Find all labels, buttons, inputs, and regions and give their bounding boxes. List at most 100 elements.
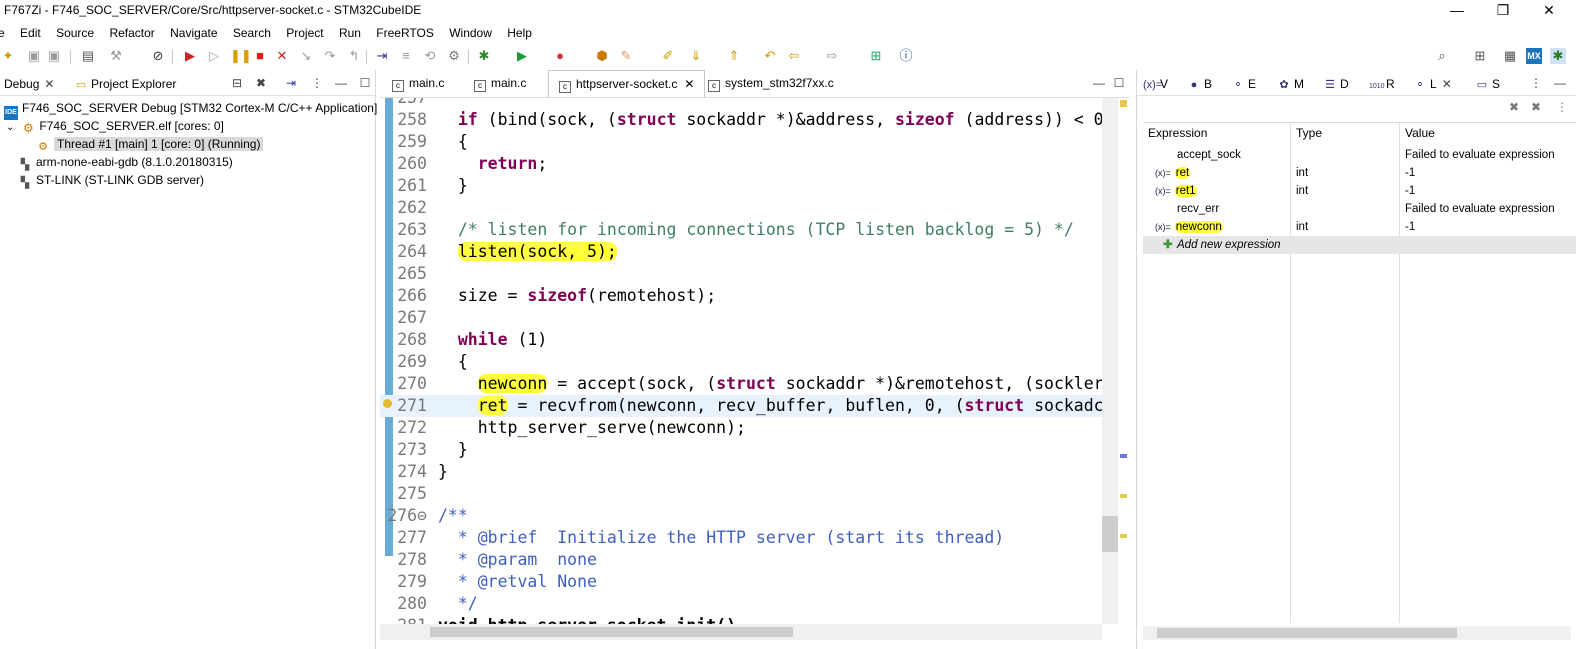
resume-all-icon[interactable]: ▷ xyxy=(206,48,222,64)
minimize-view-icon[interactable]: — xyxy=(334,76,348,90)
resume-icon[interactable]: ▶ xyxy=(182,48,198,64)
back-icon[interactable]: ⇦ xyxy=(786,48,802,64)
menu-edit[interactable]: Edit xyxy=(14,22,47,44)
debug-icon[interactable]: ✱ xyxy=(476,48,492,64)
tree-item-stlink[interactable]: ▚ ST-LINK (ST-LINK GDB server) xyxy=(18,171,204,189)
save-all-icon[interactable]: ▣ xyxy=(46,48,62,64)
connect-icon[interactable]: ⚙ xyxy=(446,48,462,64)
restore-button[interactable]: ❐ xyxy=(1480,0,1526,22)
code-text-area[interactable]: 257 258 if (bind(sock, (struct sockaddr … xyxy=(380,98,1102,624)
cubemx-perspective-icon[interactable]: MX xyxy=(1526,48,1542,64)
minimize-view-icon[interactable]: — xyxy=(1092,76,1106,90)
external-tools-icon[interactable]: ● xyxy=(552,48,568,64)
table-row[interactable]: (x)= ret int -1 xyxy=(1143,164,1576,182)
run-icon[interactable]: ▶ xyxy=(514,48,530,64)
scrollbar-thumb[interactable] xyxy=(1157,628,1457,638)
remove-terminated-icon[interactable]: ✖ xyxy=(254,76,268,90)
breakpoint-marker-icon[interactable] xyxy=(383,399,392,408)
step-mode-icon[interactable]: ⇥ xyxy=(284,76,298,90)
prev-annotation-icon[interactable]: ⇑ xyxy=(726,48,742,64)
tree-item-elf[interactable]: ⌄ ⚙ F746_SOC_SERVER.elf [cores: 0] xyxy=(6,117,224,135)
build-icon[interactable]: ⚒ xyxy=(108,48,124,64)
menu-refactor[interactable]: Refactor xyxy=(103,22,160,44)
last-edit-icon[interactable]: ↶ xyxy=(762,48,778,64)
minimize-button[interactable]: — xyxy=(1434,0,1480,22)
tab-project-explorer[interactable]: ▭ Project Explorer xyxy=(74,74,177,94)
overview-ruler-marker[interactable] xyxy=(1120,494,1127,498)
collapse-all-icon[interactable]: ⊟ xyxy=(230,76,244,90)
build-config-icon[interactable]: ▤ xyxy=(80,48,96,64)
tab-breakpoints[interactable]: ● B xyxy=(1187,74,1212,94)
tree-item-gdb[interactable]: ▚ arm-none-eabi-gdb (8.1.0.20180315) xyxy=(18,153,233,171)
editor-vertical-scrollbar[interactable] xyxy=(1102,98,1118,624)
overview-ruler-marker[interactable] xyxy=(1120,100,1127,107)
close-icon[interactable]: ✕ xyxy=(1442,77,1452,91)
new-c-project-icon[interactable]: ⬢ xyxy=(594,48,610,64)
column-header-type[interactable]: Type xyxy=(1291,123,1322,143)
chevron-down-icon[interactable]: ⌄ xyxy=(6,119,18,137)
table-row[interactable]: (x)= newconn int -1 xyxy=(1143,218,1576,236)
tree-item-launch[interactable]: IDE F746_SOC_SERVER Debug [STM32 Cortex-M… xyxy=(4,99,377,120)
menu-search[interactable]: Search xyxy=(227,22,277,44)
menu-project[interactable]: Project xyxy=(280,22,329,44)
table-row[interactable]: accept_sock Failed to evaluate expressio… xyxy=(1143,146,1576,164)
open-element-icon[interactable]: ✎ xyxy=(618,48,634,64)
pin-editor-icon[interactable]: ⊞ xyxy=(868,48,884,64)
tab-httpserver-socket-c[interactable]: c httpserver-socket.c ✕ xyxy=(548,70,706,97)
scrollbar-thumb[interactable] xyxy=(1102,516,1118,552)
step-return-icon[interactable]: ↰ xyxy=(346,48,362,64)
menu-run[interactable]: Run xyxy=(333,22,367,44)
menu-navigate[interactable]: Navigate xyxy=(164,22,223,44)
use-step-filters-icon[interactable]: ≡ xyxy=(398,48,414,64)
editor-horizontal-scrollbar[interactable] xyxy=(380,624,1102,640)
instruction-stepping-icon[interactable]: ⇥ xyxy=(374,48,390,64)
new-icon[interactable]: ✦ xyxy=(0,48,16,64)
info-icon[interactable]: ⓘ xyxy=(898,48,914,64)
disconnect-icon[interactable]: ✕ xyxy=(274,48,290,64)
add-new-expression-row[interactable]: ✚ Add new expression xyxy=(1143,236,1576,254)
tab-debug[interactable]: Debug ✕ xyxy=(4,74,54,94)
remove-all-expressions-icon[interactable]: ✖ xyxy=(1529,100,1543,114)
column-header-expression[interactable]: Expression xyxy=(1143,123,1207,143)
menu-help[interactable]: Help xyxy=(501,22,538,44)
menu-source[interactable]: Source xyxy=(50,22,100,44)
save-icon[interactable]: ▣ xyxy=(26,48,42,64)
view-menu-icon[interactable]: ⋮ xyxy=(1529,76,1543,90)
maximize-view-icon[interactable]: ☐ xyxy=(358,76,372,90)
terminate-icon[interactable]: ■ xyxy=(252,48,268,64)
tab-expressions[interactable]: ⚬ E xyxy=(1231,74,1256,94)
tab-live-expressions[interactable]: ⚬ L ✕ xyxy=(1413,74,1452,94)
step-over-icon[interactable]: ↷ xyxy=(322,48,338,64)
table-row[interactable]: (x)= ret1 int -1 xyxy=(1143,182,1576,200)
menu-file[interactable]: e xyxy=(0,22,11,44)
toggle-mark-icon[interactable]: ✐ xyxy=(660,48,676,64)
view-menu-icon[interactable]: ⋮ xyxy=(1555,100,1569,114)
menu-freertos[interactable]: FreeRTOS xyxy=(370,22,440,44)
tab-disassembly[interactable]: ☰ D xyxy=(1323,74,1349,94)
search-icon[interactable]: ⌕ xyxy=(1434,48,1450,64)
scrollbar-thumb[interactable] xyxy=(430,627,793,637)
open-perspective-icon[interactable]: ⊞ xyxy=(1472,48,1488,64)
remove-expression-icon[interactable]: ✖ xyxy=(1507,100,1521,114)
restart-icon[interactable]: ⟲ xyxy=(422,48,438,64)
maximize-view-icon[interactable]: ☐ xyxy=(1112,76,1126,90)
tree-item-thread[interactable]: ⚙ Thread #1 [main] 1 [core: 0] (Running) xyxy=(36,135,264,153)
column-header-value[interactable]: Value xyxy=(1400,123,1435,143)
expressions-horizontal-scrollbar[interactable] xyxy=(1143,626,1571,640)
close-button[interactable]: ✕ xyxy=(1526,0,1572,22)
forward-icon[interactable]: ⇨ xyxy=(824,48,840,64)
tab-variables[interactable]: (x)=V xyxy=(1143,74,1168,94)
step-into-icon[interactable]: ↘ xyxy=(298,48,314,64)
view-menu-icon[interactable]: ⋮ xyxy=(310,76,324,90)
close-icon[interactable]: ✕ xyxy=(44,77,54,91)
tab-main-c-1[interactable]: c main.c xyxy=(382,70,454,97)
tab-system-stm32f7xx-c[interactable]: c system_stm32f7xx.c xyxy=(698,70,844,97)
debug-perspective-icon[interactable]: ✱ xyxy=(1550,48,1566,64)
tab-modules[interactable]: ✿ M xyxy=(1277,74,1304,94)
close-icon[interactable]: ✕ xyxy=(684,77,694,91)
c-perspective-icon[interactable]: ▦ xyxy=(1502,48,1518,64)
tab-main-c-2[interactable]: c main.c xyxy=(464,70,536,97)
minimize-view-icon[interactable]: — xyxy=(1553,76,1567,90)
tab-sfrs[interactable]: ▭ S xyxy=(1475,74,1500,94)
table-row[interactable]: recv_err Failed to evaluate expression xyxy=(1143,200,1576,218)
